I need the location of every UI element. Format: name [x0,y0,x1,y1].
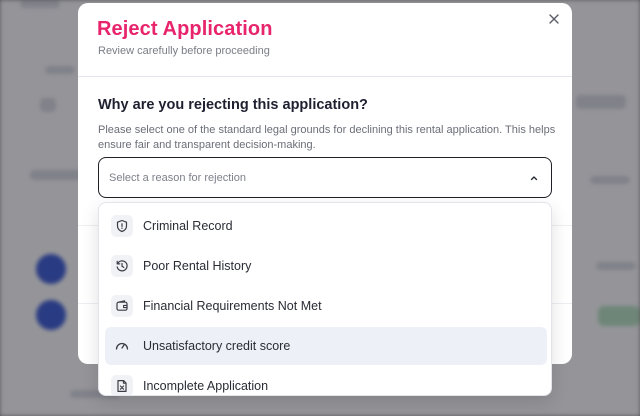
option-incomplete-application[interactable]: Incomplete Application [105,367,547,395]
rejection-question: Why are you rejecting this application? [98,97,368,113]
select-placeholder: Select a reason for rejection [109,171,246,184]
option-poor-rental-history[interactable]: Poor Rental History [105,247,547,285]
close-icon [549,14,559,24]
option-unsatisfactory-credit-score[interactable]: Unsatisfactory credit score [105,327,547,365]
option-criminal-record[interactable]: Criminal Record [105,207,547,245]
option-label: Financial Requirements Not Met [143,299,322,313]
shield-icon [111,215,133,237]
rejection-reason-select[interactable]: Select a reason for rejection [98,157,552,198]
wallet-icon [111,295,133,317]
option-label: Unsatisfactory credit score [143,339,291,353]
option-financial-requirements[interactable]: Financial Requirements Not Met [105,287,547,325]
header-divider [78,76,572,77]
modal-title: Reject Application [97,18,273,40]
file-x-icon [111,375,133,395]
option-label: Incomplete Application [143,379,269,393]
history-icon [111,255,133,277]
close-button[interactable] [546,11,562,27]
help-text: Please select one of the standard legal … [98,124,556,151]
option-label: Criminal Record [143,219,233,233]
chevron-up-icon [530,176,538,181]
gauge-icon [111,335,133,357]
option-label: Poor Rental History [143,259,252,273]
rejection-reason-dropdown: Criminal Record Poor Rental History Fina… [98,202,552,396]
modal-subtitle: Review carefully before proceeding [98,45,270,57]
